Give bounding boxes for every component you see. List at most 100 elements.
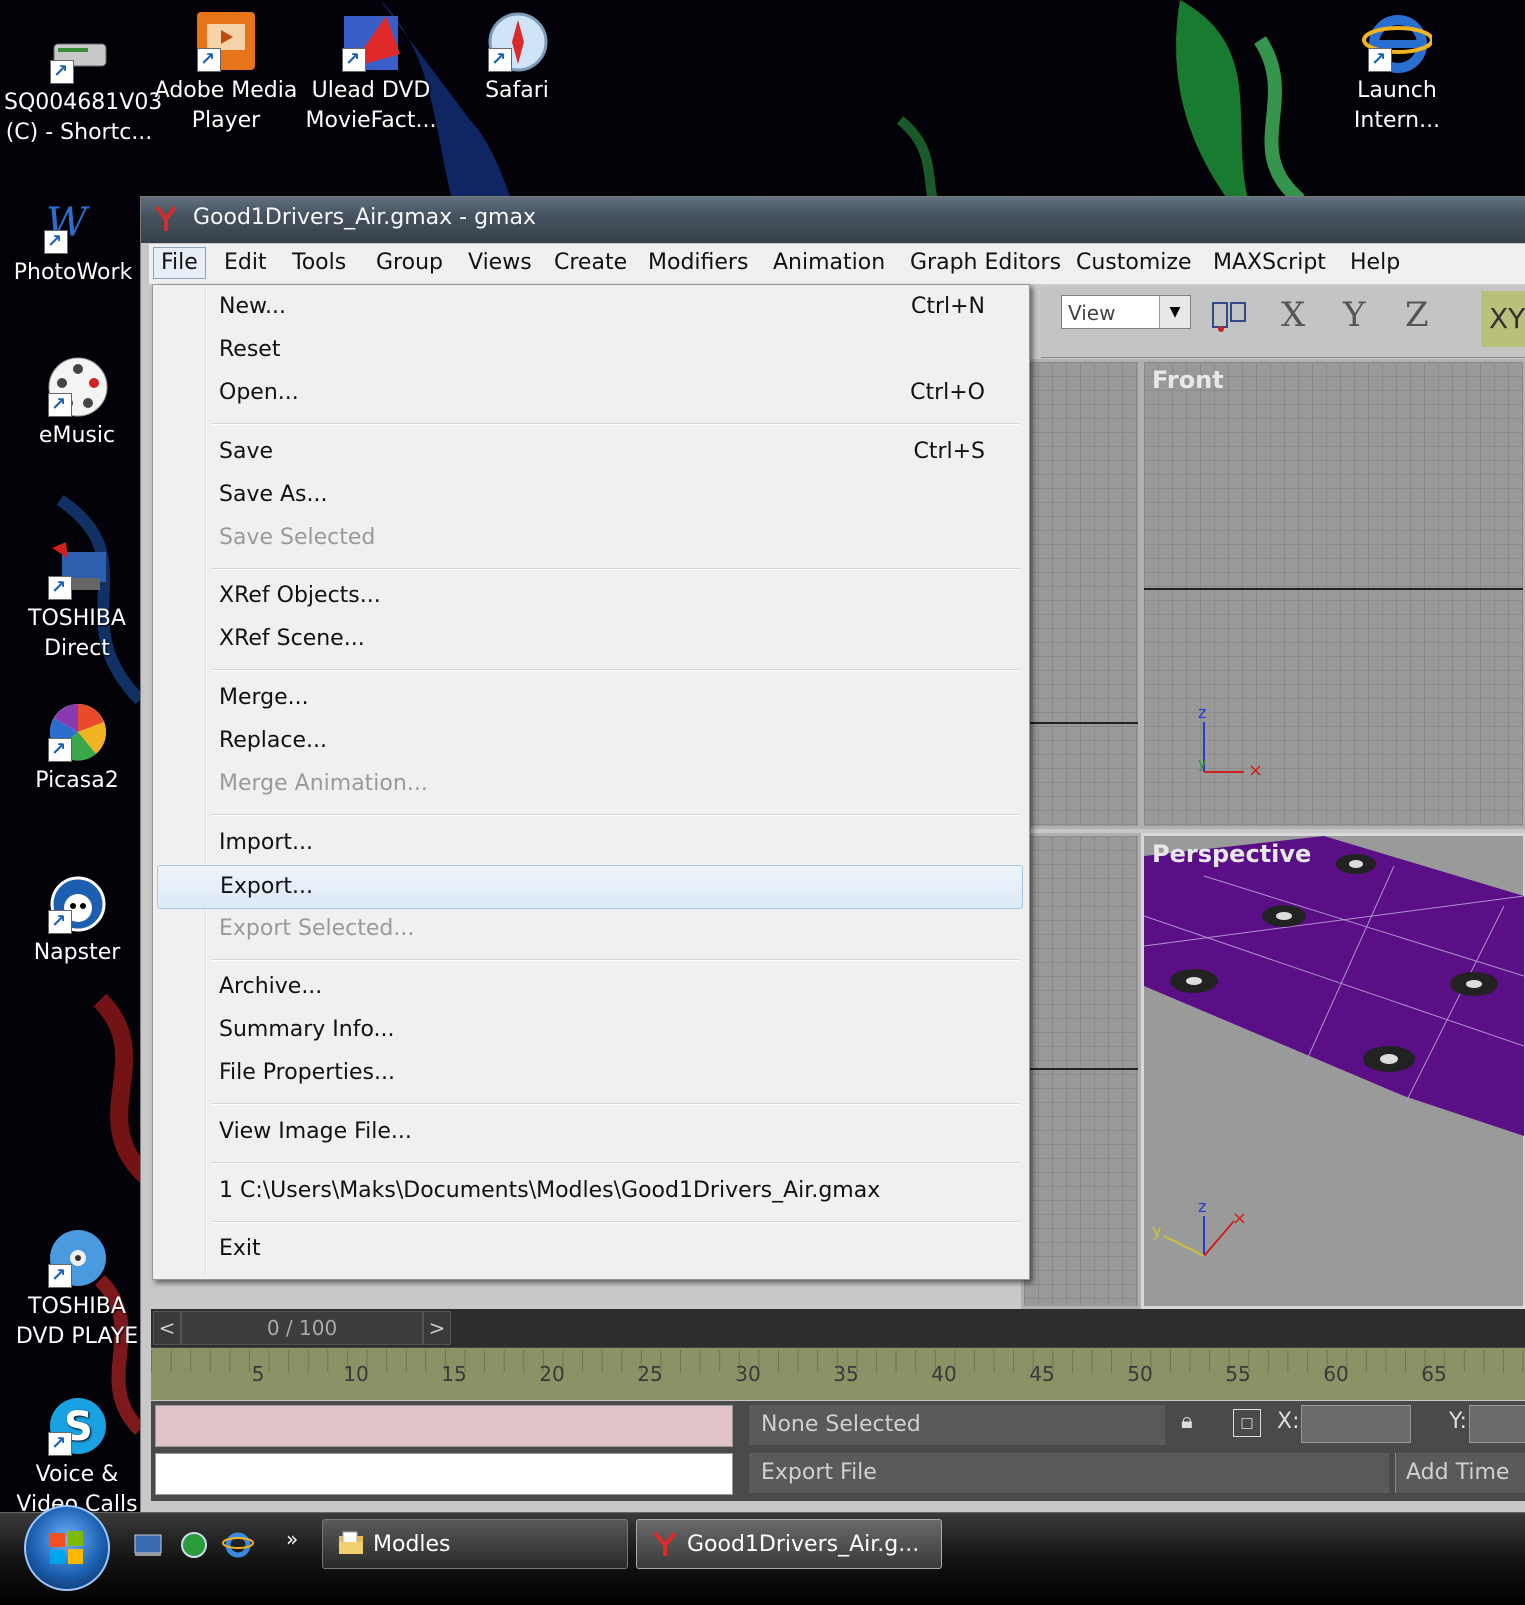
emusic-reel-icon [42,355,112,420]
desktop-icon-toshiba-direct[interactable]: TOSHIBA Direct [2,538,152,664]
axis-x-button[interactable]: X [1281,295,1305,335]
taskbar: » Modles Good1Drivers_Air.g... [0,1505,1525,1605]
time-slider[interactable]: < 0 / 100 > [151,1309,1525,1347]
menu-item-export[interactable]: Export... [157,865,1023,909]
svg-text:y: y [1198,756,1206,772]
view-dropdown-value: View [1068,301,1116,325]
desktop-icon-label: Safari [485,78,549,103]
viewport-label-front[interactable]: Front [1152,366,1224,394]
menu-item-replace[interactable]: Replace... [157,721,1023,761]
desktop-icon-sq004681v03[interactable]: SQ004681V03 (C) - Shortc... [4,22,163,148]
menu-item-exit[interactable]: Exit [157,1229,1023,1269]
chevron-down-icon[interactable]: ▼ [1159,296,1190,328]
menu-help[interactable]: Help [1343,248,1407,278]
y-coordinate-field[interactable] [1469,1405,1525,1443]
lock-icon[interactable]: 🔒︎ [1181,1409,1193,1434]
desktop-icon-skype[interactable]: S Voice & Video Calls [2,1394,152,1520]
menu-item-label: Export... [220,874,313,899]
axis-z-button[interactable]: Z [1405,295,1429,335]
desktop-icon-safari[interactable]: Safari [442,10,592,106]
menu-item-xref-scene[interactable]: XRef Scene... [157,619,1023,659]
menu-create[interactable]: Create [547,248,634,278]
menu-separator [211,568,1019,570]
quick-launch-chevron[interactable]: » [286,1527,298,1551]
maxscript-listener-field[interactable] [155,1405,733,1447]
desktop-icon-label: TOSHIBA DVD PLAYE [15,1294,139,1349]
menu-item-save[interactable]: Save Ctrl+S [157,432,1023,472]
time-next-button[interactable]: > [423,1311,451,1345]
desktop-icon-adobe-media-player[interactable]: Adobe Media Player [151,10,301,136]
network-globe-icon[interactable] [178,1529,210,1561]
menu-item-new[interactable]: New... Ctrl+N [157,287,1023,327]
menu-item-label: Export Selected... [219,916,415,941]
menu-separator [211,669,1019,671]
time-slider-knob[interactable]: 0 / 100 [181,1311,423,1345]
viewport-front[interactable]: Front z × y [1141,359,1525,829]
viewport-label-perspective[interactable]: Perspective [1152,840,1311,868]
desktop-icon-photowork[interactable]: W PhotoWork [0,192,148,288]
svg-text:×: × [1232,1208,1247,1229]
menu-item-summary-info[interactable]: Summary Info... [157,1010,1023,1050]
menu-customize[interactable]: Customize [1069,248,1198,278]
menu-item-file-properties[interactable]: File Properties... [157,1053,1023,1093]
grid-axis-line [1024,722,1138,724]
menu-bar: File Edit Tools Group Views Create Modif… [149,244,1525,285]
pivot-center-icon[interactable] [1209,297,1249,337]
menu-graph-editors[interactable]: Graph Editors [903,248,1068,278]
track-tick: 25 [637,1362,663,1386]
axis-y-button[interactable]: Y [1343,295,1365,335]
add-time-tag-button[interactable]: Add Time [1395,1453,1525,1493]
svg-text:y: y [1152,1221,1161,1240]
x-coordinate-field[interactable] [1301,1405,1411,1443]
track-tick: 65 [1421,1362,1447,1386]
track-tick: 50 [1127,1362,1153,1386]
desktop-icon-napster[interactable]: Napster [2,872,152,968]
menu-item-archive[interactable]: Archive... [157,967,1023,1007]
desktop-icon-label: Ulead DVD MovieFact... [305,78,437,133]
desktop-icon-label: SQ004681V03 (C) - Shortc... [4,90,163,145]
start-button[interactable] [24,1505,110,1591]
taskbar-button-modles[interactable]: Modles [322,1519,628,1569]
gmax-logo-icon [653,1531,677,1556]
viewport-perspective[interactable]: z × y Perspective [1141,833,1525,1309]
desktop-icon-picasa2[interactable]: Picasa2 [2,700,152,796]
time-prev-button[interactable]: < [153,1311,181,1345]
menu-file[interactable]: File [153,247,206,279]
menu-item-open[interactable]: Open... Ctrl+O [157,373,1023,413]
axis-xy-button[interactable]: XY [1481,291,1525,347]
menu-item-merge[interactable]: Merge... [157,678,1023,718]
menu-item-label: New... [219,294,286,319]
desktop-icon-ulead-dvd[interactable]: Ulead DVD MovieFact... [296,10,446,136]
reference-coordinate-dropdown[interactable]: View ▼ [1061,295,1191,329]
menu-group[interactable]: Group [369,248,450,278]
menu-item-save-as[interactable]: Save As... [157,475,1023,515]
track-bar[interactable]: 5 10 15 20 25 30 35 40 45 50 55 60 65 [151,1347,1525,1400]
menu-separator [211,1162,1019,1164]
viewport-left[interactable] [1021,833,1141,1309]
menu-animation[interactable]: Animation [766,248,892,278]
menu-item-shortcut: Ctrl+O [910,380,985,405]
internet-explorer-icon[interactable] [222,1529,254,1561]
menu-item-import[interactable]: Import... [157,823,1023,863]
desktop-icon-toshiba-dvd-player[interactable]: TOSHIBA DVD PLAYE [2,1226,152,1352]
maxscript-input-field[interactable] [155,1453,733,1495]
svg-text:×: × [1248,760,1263,781]
menu-item-xref-objects[interactable]: XRef Objects... [157,576,1023,616]
show-desktop-icon[interactable] [132,1529,164,1561]
window-titlebar[interactable]: Good1Drivers_Air.gmax - gmax [141,197,1525,243]
menu-edit[interactable]: Edit [217,248,274,278]
viewport-top[interactable] [1021,359,1141,829]
menu-item-recent-file-1[interactable]: 1 C:\Users\Maks\Documents\Modles\Good1Dr… [157,1171,1023,1211]
menu-tools[interactable]: Tools [285,248,353,278]
menu-maxscript[interactable]: MAXScript [1206,248,1333,278]
desktop-icon-emusic[interactable]: eMusic [2,355,152,451]
menu-item-reset[interactable]: Reset [157,330,1023,370]
desktop-icon-label: Picasa2 [35,768,119,793]
menu-modifiers[interactable]: Modifiers [641,248,755,278]
menu-item-view-image-file[interactable]: View Image File... [157,1112,1023,1152]
desktop-icon-internet-explorer[interactable]: Launch Intern... [1322,10,1472,136]
taskbar-button-gmax[interactable]: Good1Drivers_Air.g... [636,1519,942,1569]
menu-views[interactable]: Views [461,248,539,278]
absolute-mode-icon[interactable]: □ [1233,1409,1261,1437]
drive-icon [44,22,114,87]
